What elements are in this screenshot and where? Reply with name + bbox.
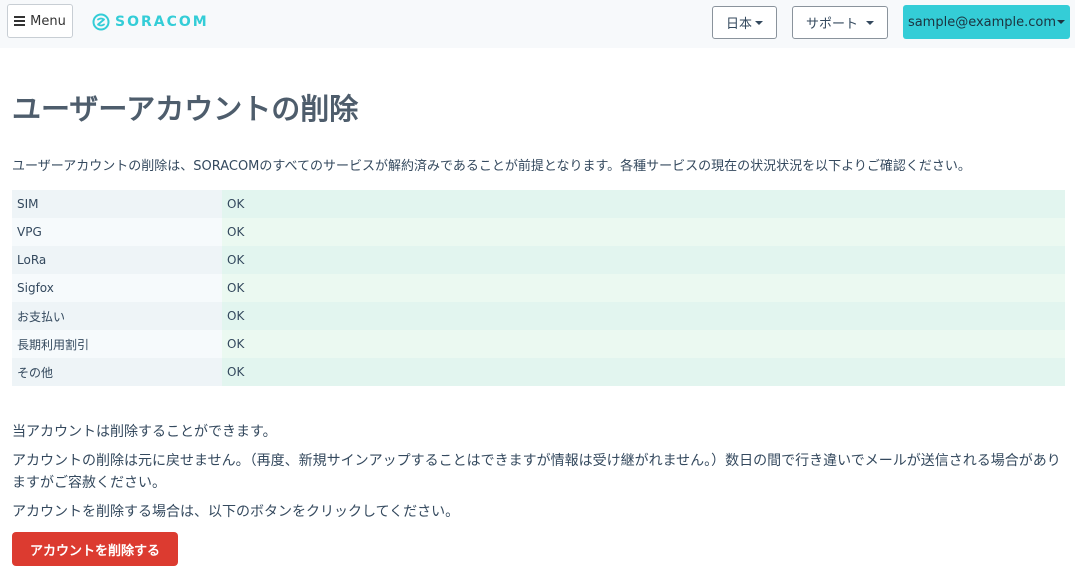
service-status: OK (222, 190, 1065, 218)
table-row: 長期利用割引 OK (12, 330, 1065, 358)
caret-down-icon (866, 20, 874, 25)
table-row: お支払い OK (12, 302, 1065, 330)
service-name: VPG (12, 218, 222, 246)
table-row: Sigfox OK (12, 274, 1065, 302)
page-title: ユーザーアカウントの削除 (12, 92, 359, 126)
caret-down-icon (1057, 20, 1066, 24)
service-status: OK (222, 302, 1065, 330)
support-label: サポート (805, 17, 858, 32)
menu-button[interactable]: Menu (7, 4, 73, 38)
service-name: 長期利用割引 (12, 330, 222, 358)
delete-account-button[interactable]: アカウントを削除する (12, 532, 178, 566)
service-status: OK (222, 358, 1065, 386)
brand-name: SORACOM (115, 14, 209, 30)
account-email: sample@example.com (907, 14, 1057, 30)
intro-text: ユーザーアカウントの削除は、SORACOMのすべてのサービスが解約済みであること… (12, 159, 971, 174)
service-status: OK (222, 330, 1065, 358)
service-status: OK (222, 274, 1065, 302)
service-status-table: SIM OK VPG OK LoRa OK Sigfox OK お支払い OK … (12, 190, 1065, 386)
table-row: その他 OK (12, 358, 1065, 386)
warning-message: アカウントの削除は元に戻せません。（再度、新規サインアップすることはできますが情… (12, 453, 1061, 491)
hamburger-icon (14, 16, 26, 26)
service-status: OK (222, 218, 1065, 246)
support-dropdown[interactable]: サポート (792, 6, 888, 39)
soracom-logo-icon (92, 13, 110, 31)
caret-down-icon (755, 20, 763, 25)
soracom-logo[interactable]: SORACOM (92, 11, 209, 33)
language-dropdown[interactable]: 日本 (712, 6, 777, 39)
table-row: LoRa OK (12, 246, 1065, 274)
can-delete-message: 当アカウントは削除することができます。 (12, 424, 277, 440)
instruction-message: アカウントを削除する場合は、以下のボタンをクリックしてください。 (12, 504, 460, 520)
service-status: OK (222, 246, 1065, 274)
table-row: VPG OK (12, 218, 1065, 246)
account-dropdown[interactable]: sample@example.com (903, 5, 1070, 39)
service-name: SIM (12, 190, 222, 218)
service-name: その他 (12, 358, 222, 386)
language-label: 日本 (725, 17, 752, 32)
menu-button-label: Menu (30, 13, 66, 29)
top-navbar: Menu SORACOM 日本 サポート sample@example.com (0, 0, 1075, 48)
table-row: SIM OK (12, 190, 1065, 218)
service-name: お支払い (12, 302, 222, 330)
service-name: Sigfox (12, 274, 222, 302)
service-name: LoRa (12, 246, 222, 274)
